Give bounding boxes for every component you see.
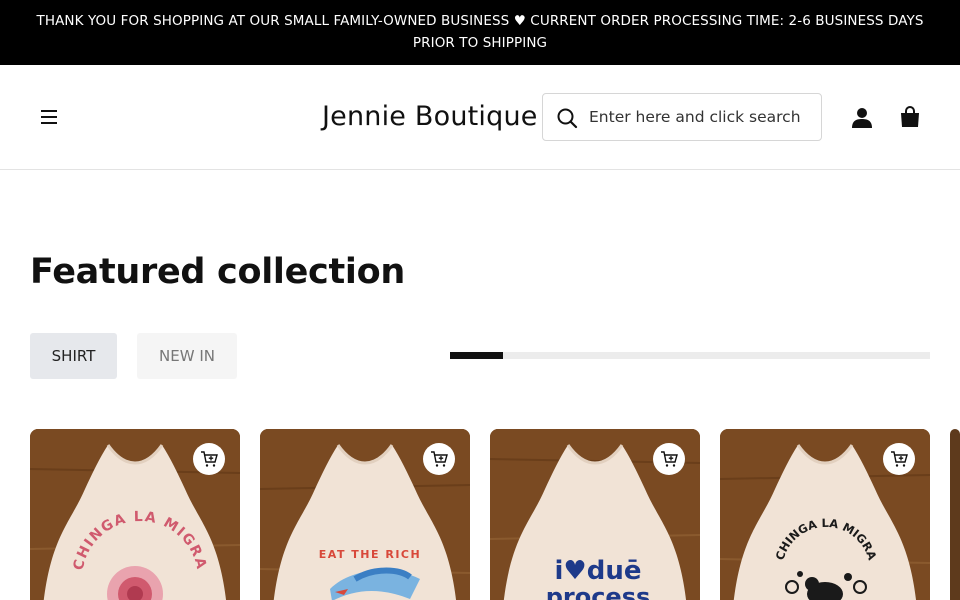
user-icon[interactable] (850, 106, 874, 130)
quick-add-button[interactable] (423, 443, 455, 475)
search-box[interactable] (542, 93, 822, 141)
site-header: Jennie Boutique (0, 65, 960, 170)
announcement-bar: THANK YOU FOR SHOPPING AT OUR SMALL FAMI… (0, 0, 960, 65)
product-card-partial[interactable] (950, 429, 960, 600)
cart-plus-icon (431, 451, 448, 467)
graphic-text: CHINGA LA MIGRA (773, 516, 880, 562)
product-card[interactable]: CHINGA LA MIGRA (720, 429, 930, 600)
tab-new-in[interactable]: NEW IN (137, 333, 237, 379)
search-icon[interactable] (556, 107, 578, 129)
search-input[interactable] (589, 104, 815, 130)
section-title: Featured collection (30, 252, 405, 292)
carousel-scrollbar[interactable] (450, 352, 930, 359)
graphic-text-line2: process (546, 583, 651, 600)
product-card[interactable]: EAT THE RICH (260, 429, 470, 600)
cart-plus-icon (661, 451, 678, 467)
announcement-text: THANK YOU FOR SHOPPING AT OUR SMALL FAMI… (36, 13, 924, 51)
product-card[interactable]: CHINGA LA MIGRA (30, 429, 240, 600)
brand-logo[interactable]: Jennie Boutique (322, 97, 542, 137)
graphic-text-line1: i♥duē (555, 556, 642, 586)
tab-shirt[interactable]: SHIRT (30, 333, 117, 379)
quick-add-button[interactable] (883, 443, 915, 475)
cart-plus-icon (201, 451, 218, 467)
svg-text:CHINGA LA MIGRA: CHINGA LA MIGRA (773, 516, 880, 562)
graphic-text: CHINGA LA MIGRA (71, 509, 208, 572)
graphic-text: EAT THE RICH (319, 548, 421, 561)
quick-add-button[interactable] (193, 443, 225, 475)
product-card[interactable]: i♥duē process (490, 429, 700, 600)
hamburger-menu-icon[interactable] (38, 105, 62, 129)
carousel-scrollbar-thumb[interactable] (450, 352, 503, 359)
quick-add-button[interactable] (653, 443, 685, 475)
cart-plus-icon (891, 451, 908, 467)
svg-text:CHINGA LA MIGRA: CHINGA LA MIGRA (71, 509, 210, 572)
shopping-bag-icon[interactable] (898, 105, 922, 129)
